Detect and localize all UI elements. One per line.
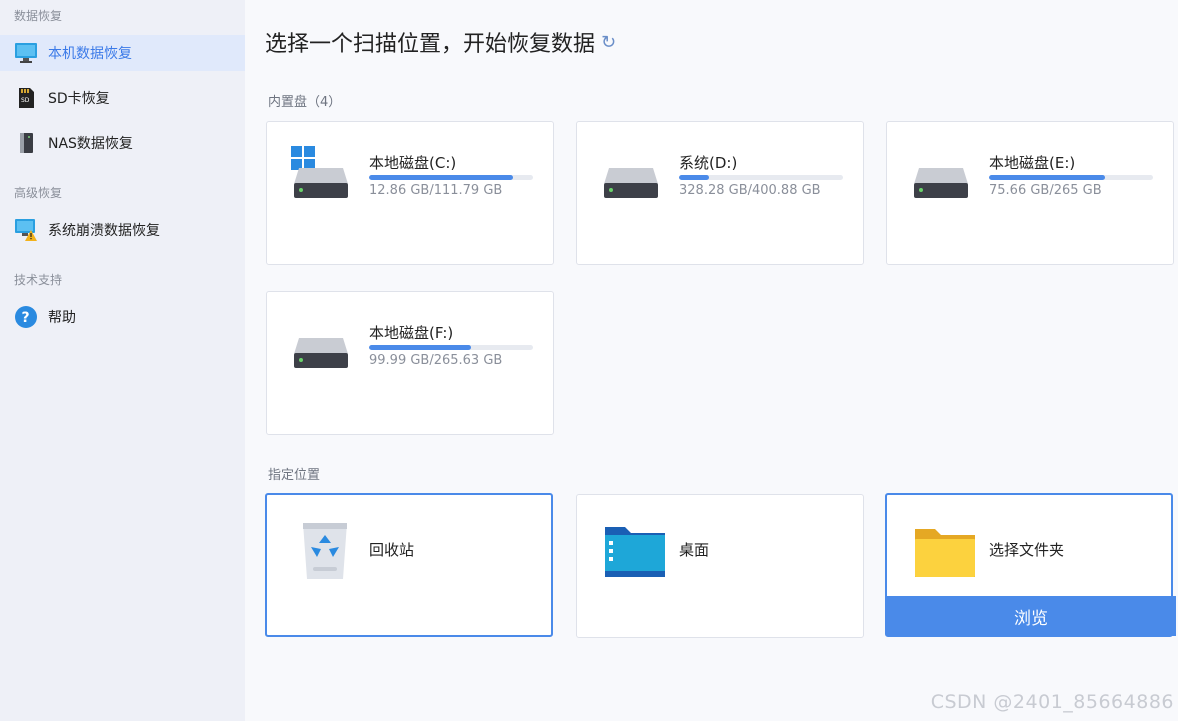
drive-name: 系统(D:) (679, 154, 738, 172)
drive-usage-text: 12.86 GB/111.79 GB (369, 183, 503, 198)
main-panel: 选择一个扫描位置，开始恢复数据 ↻ 内置盘（4） 本地磁盘(C:) 12.86 … (245, 0, 1178, 721)
drive-usage-bar (369, 175, 533, 180)
drive-usage-fill (369, 175, 513, 180)
specified-location-label: 指定位置 (268, 468, 321, 483)
hard-drive-icon (294, 168, 348, 198)
drive-usage-fill (369, 345, 471, 350)
drive-usage-bar (679, 175, 843, 180)
drive-card-c[interactable]: 本地磁盘(C:) 12.86 GB/111.79 GB (266, 121, 554, 265)
sidebar-item-crash-recovery[interactable]: 系统崩溃数据恢复 (0, 212, 245, 248)
drive-card-e[interactable]: 本地磁盘(E:) 75.66 GB/265 GB (886, 121, 1174, 265)
sidebar-item-label: NAS数据恢复 (48, 136, 133, 152)
hard-drive-icon (294, 338, 348, 368)
svg-text:SD: SD (21, 97, 30, 104)
page-title-row: 选择一个扫描位置，开始恢复数据 ↻ (265, 26, 616, 58)
drive-name: 本地磁盘(E:) (989, 154, 1076, 172)
sidebar-item-label: SD卡恢复 (48, 91, 110, 107)
nas-icon (14, 131, 38, 155)
drive-card-f[interactable]: 本地磁盘(F:) 99.99 GB/265.63 GB (266, 291, 554, 435)
sidebar-section-advanced: 高级恢复 (14, 186, 63, 200)
location-card-desktop[interactable]: 桌面 (576, 494, 864, 638)
location-name: 回收站 (369, 541, 415, 559)
drive-usage-text: 328.28 GB/400.88 GB (679, 183, 821, 198)
drive-name: 本地磁盘(F:) (369, 324, 454, 342)
sidebar-item-nas[interactable]: NAS数据恢复 (0, 125, 245, 161)
location-card-recycle-bin[interactable]: 回收站 (265, 493, 553, 637)
hard-drive-icon (914, 168, 968, 198)
drive-usage-text: 99.99 GB/265.63 GB (369, 353, 503, 368)
drive-usage-bar (369, 345, 533, 350)
sidebar: 数据恢复 本机数据恢复 SD SD卡恢复 NAS数据恢复 高级恢复 系统崩溃数据… (0, 0, 245, 721)
refresh-icon[interactable]: ↻ (601, 32, 616, 53)
drive-usage-fill (679, 175, 709, 180)
sidebar-section-support: 技术支持 (14, 273, 63, 287)
drive-usage-bar (989, 175, 1153, 180)
sidebar-item-help[interactable]: ? 帮助 (0, 299, 245, 335)
location-card-choose-folder[interactable]: 选择文件夹 浏览 (885, 493, 1176, 637)
sidebar-item-label: 帮助 (48, 310, 76, 326)
watermark: CSDN @2401_85664886 (930, 691, 1174, 713)
sidebar-item-label: 系统崩溃数据恢复 (48, 223, 160, 239)
monitor-icon (14, 41, 38, 65)
sd-card-icon: SD (14, 86, 38, 110)
help-question-icon: ? (14, 305, 38, 329)
internal-drives-label: 内置盘（4） (268, 95, 342, 110)
sidebar-item-sd-card[interactable]: SD SD卡恢复 (0, 80, 245, 116)
page-title: 选择一个扫描位置，开始恢复数据 (265, 32, 596, 57)
drive-name: 本地磁盘(C:) (369, 154, 457, 172)
svg-text:?: ? (22, 310, 30, 326)
drive-usage-fill (989, 175, 1106, 180)
location-name: 桌面 (679, 541, 710, 559)
drive-card-d[interactable]: 系统(D:) 328.28 GB/400.88 GB (576, 121, 864, 265)
sidebar-item-label: 本机数据恢复 (48, 46, 132, 62)
hard-drive-icon (604, 168, 658, 198)
sidebar-section-data-recovery: 数据恢复 (14, 9, 63, 23)
crash-monitor-warning-icon (14, 218, 38, 242)
recycle-bin-icon (303, 523, 347, 579)
location-name: 选择文件夹 (989, 541, 1065, 559)
folder-icon (915, 529, 975, 577)
browse-button[interactable]: 浏览 (886, 596, 1176, 636)
desktop-folder-icon (605, 527, 665, 577)
drive-usage-text: 75.66 GB/265 GB (989, 183, 1102, 198)
sidebar-item-local-recovery[interactable]: 本机数据恢复 (0, 35, 245, 71)
